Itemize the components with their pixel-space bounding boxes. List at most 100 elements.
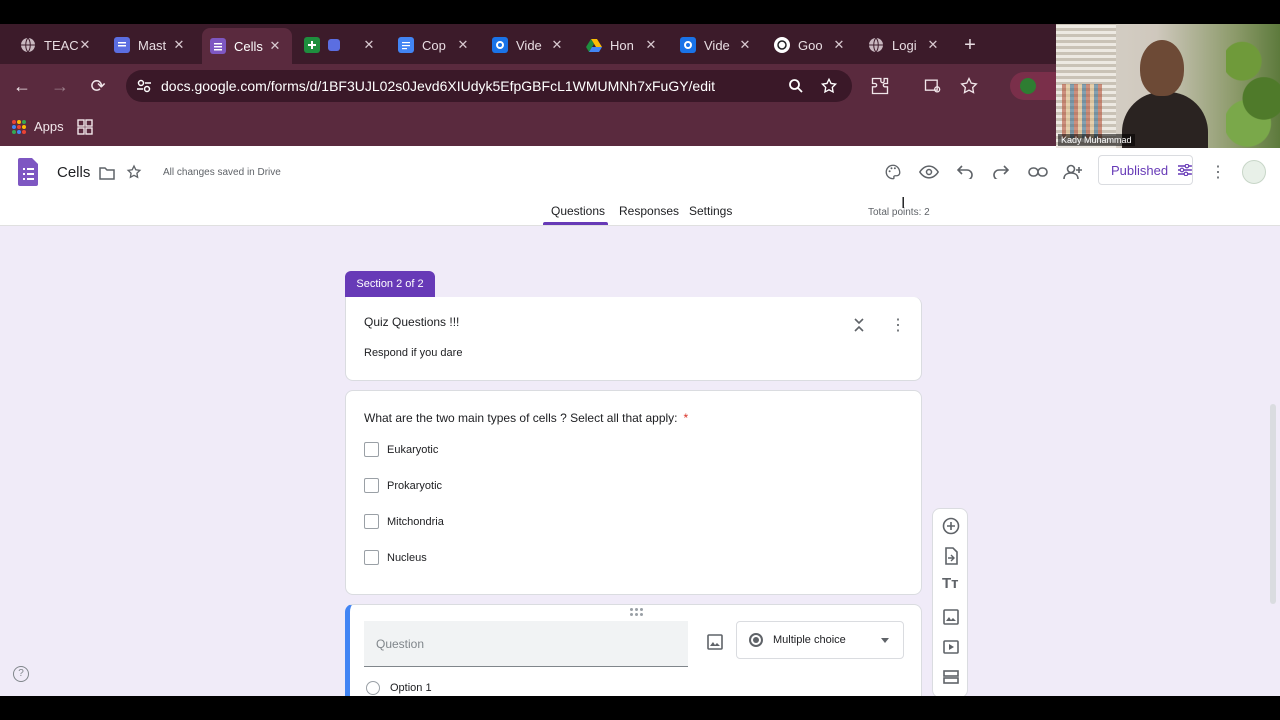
plant <box>1226 24 1280 148</box>
favorites-icon[interactable] <box>959 76 979 96</box>
more-vert-icon[interactable]: ⋮ <box>1206 160 1230 184</box>
option-prokaryotic[interactable]: Prokaryotic <box>364 478 442 493</box>
palette-icon[interactable] <box>881 160 905 184</box>
address-bar[interactable]: docs.google.com/forms/d/1BF3UJL02s0Jevd6… <box>126 70 852 102</box>
add-video-icon[interactable] <box>942 638 960 656</box>
option-eukaryotic[interactable]: Eukaryotic <box>364 442 438 457</box>
tab-questions[interactable]: Questions <box>551 204 605 218</box>
tab-title: Cop <box>422 37 446 53</box>
checkbox[interactable] <box>364 478 379 493</box>
search-icon[interactable] <box>788 78 804 94</box>
close-icon[interactable]: ✕ <box>644 37 658 53</box>
drag-handle-icon[interactable] <box>630 608 644 616</box>
extensions-icon[interactable] <box>870 76 890 96</box>
star-icon[interactable] <box>126 164 142 180</box>
close-icon[interactable]: ✕ <box>738 37 752 53</box>
screen: TEAC ✕ Mast ✕ Cells ✕ ✕ Cop ✕ Vide ✕ Hon… <box>0 24 1280 696</box>
close-icon[interactable]: ✕ <box>172 37 186 53</box>
tab-groups-icon[interactable] <box>77 119 93 135</box>
option-1[interactable]: Option 1 <box>366 681 432 695</box>
new-tab-button[interactable]: + <box>960 34 980 57</box>
link-icon[interactable] <box>1026 160 1050 184</box>
new-question-card[interactable]: Multiple choice Option 1 <box>345 604 922 696</box>
add-image-icon[interactable] <box>706 633 724 651</box>
question-card[interactable]: What are the two main types of cells ? S… <box>345 390 922 595</box>
tab-cop[interactable]: Cop ✕ <box>398 30 470 60</box>
tab-vide-2[interactable]: Vide ✕ <box>680 30 752 60</box>
forms-icon <box>114 37 130 53</box>
option-label: Prokaryotic <box>387 479 443 492</box>
close-icon[interactable]: ✕ <box>268 38 282 54</box>
checkbox[interactable] <box>364 442 379 457</box>
add-collaborator-icon[interactable] <box>1061 160 1085 184</box>
tab-title: Mast <box>138 37 167 53</box>
checkbox[interactable] <box>364 550 379 565</box>
drive-icon <box>586 37 602 53</box>
close-icon[interactable]: ✕ <box>362 37 376 53</box>
radio-button-icon <box>749 633 763 647</box>
option-label: Nucleus <box>387 551 427 564</box>
undo-icon[interactable] <box>953 160 977 184</box>
lens-icon[interactable] <box>923 76 943 96</box>
tab-responses[interactable]: Responses <box>619 204 679 218</box>
option-label[interactable]: Option 1 <box>390 682 432 694</box>
add-title-icon[interactable]: Tт <box>942 575 960 593</box>
section-title[interactable]: Quiz Questions !!! <box>364 315 459 329</box>
google-forms-logo-icon[interactable] <box>18 158 38 186</box>
forward-button[interactable]: → <box>50 76 70 96</box>
option-mitchondria[interactable]: Mitchondria <box>364 514 444 529</box>
dropdown-arrow-icon <box>881 638 889 643</box>
add-section-icon[interactable] <box>942 668 960 686</box>
tab-goo[interactable]: Goo ✕ <box>774 30 846 60</box>
folder-icon[interactable] <box>99 166 115 180</box>
question-type-dropdown[interactable]: Multiple choice <box>736 621 904 659</box>
close-icon[interactable]: ✕ <box>456 37 470 53</box>
tab-vide-1[interactable]: Vide ✕ <box>492 30 564 60</box>
add-question-icon[interactable] <box>942 517 960 535</box>
tab-cells[interactable]: Cells ✕ <box>202 28 292 64</box>
tab-settings[interactable]: Settings <box>689 204 732 218</box>
tab-teac[interactable]: TEAC ✕ <box>20 30 92 60</box>
tab-sheets[interactable]: ✕ <box>304 30 376 60</box>
tab-mast[interactable]: Mast ✕ <box>114 30 186 60</box>
more-vert-icon[interactable]: ⋮ <box>890 315 906 335</box>
option-nucleus[interactable]: Nucleus <box>364 550 427 565</box>
help-icon[interactable]: ? <box>13 666 29 682</box>
scrollbar[interactable] <box>1270 404 1276 604</box>
apps-bookmark[interactable]: Apps <box>12 119 64 134</box>
redo-icon[interactable] <box>989 160 1013 184</box>
tab-title: Cells <box>234 38 263 54</box>
document-title[interactable]: Cells <box>57 164 90 181</box>
close-icon[interactable]: ✕ <box>550 37 564 53</box>
question-input[interactable] <box>364 621 688 667</box>
section-header-card[interactable]: Quiz Questions !!! Respond if you dare ⋮ <box>345 297 922 381</box>
close-icon[interactable]: ✕ <box>926 37 940 53</box>
gear-icon <box>492 37 508 53</box>
bookmark-star-icon[interactable] <box>820 77 838 95</box>
webcam-overlay: Kady Muhammad <box>1056 24 1280 148</box>
option-label: Eukaryotic <box>387 443 439 456</box>
sheets-icon <box>304 37 320 53</box>
back-button[interactable]: ← <box>12 76 32 96</box>
floating-toolbar: Tт <box>932 508 968 696</box>
avatar <box>1020 78 1036 94</box>
published-label: Published <box>1111 162 1169 178</box>
import-questions-icon[interactable] <box>942 547 960 565</box>
checkbox[interactable] <box>364 514 379 529</box>
close-icon[interactable]: ✕ <box>832 37 846 53</box>
account-avatar[interactable] <box>1242 160 1266 184</box>
tab-logi[interactable]: Logi ✕ <box>868 30 940 60</box>
tab-title: Logi <box>892 37 917 53</box>
published-button[interactable]: Published <box>1098 155 1193 185</box>
close-icon[interactable]: ✕ <box>78 37 92 53</box>
openai-icon <box>774 37 790 53</box>
reload-button[interactable]: ⟳ <box>88 76 108 96</box>
site-settings-icon[interactable] <box>136 78 152 94</box>
apps-grid-icon <box>12 119 26 134</box>
section-description[interactable]: Respond if you dare <box>364 347 462 359</box>
add-image-icon[interactable] <box>942 608 960 626</box>
profile-chip[interactable] <box>1010 72 1056 100</box>
tab-hon[interactable]: Hon ✕ <box>586 30 658 60</box>
preview-eye-icon[interactable] <box>917 160 941 184</box>
collapse-icon[interactable] <box>853 318 865 332</box>
